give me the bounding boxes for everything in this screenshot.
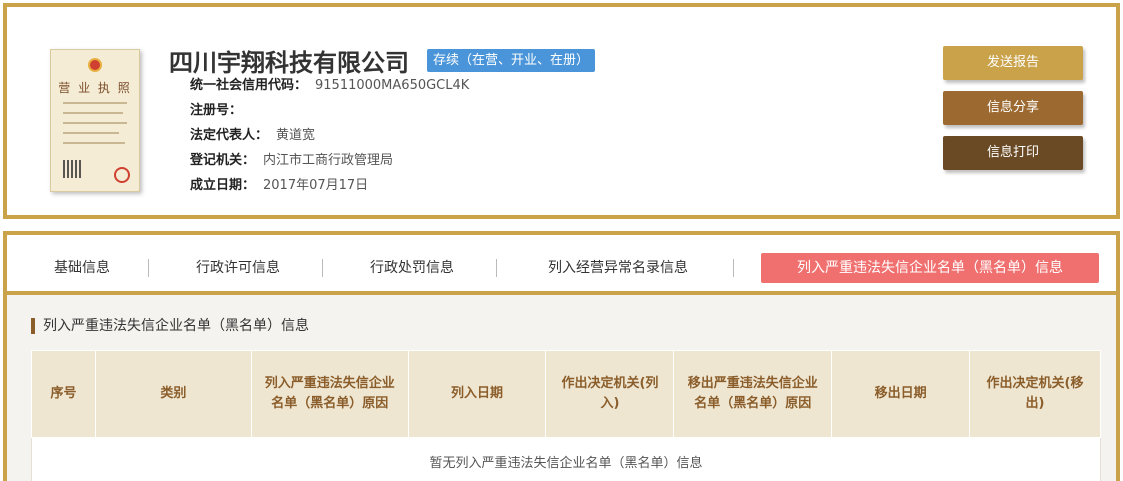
info-registration-number: 注册号： <box>190 102 250 120</box>
column-header: 列入严重违法失信企业名单（黑名单）原因 <box>250 350 409 438</box>
column-header: 移出严重违法失信企业名单（黑名单）原因 <box>673 350 833 438</box>
license-text-line <box>63 122 127 124</box>
tab-divider <box>496 259 497 277</box>
tab-blacklist[interactable]: 列入严重违法失信企业名单（黑名单）信息 <box>761 253 1099 283</box>
info-label: 登记机关： <box>190 153 256 168</box>
license-title: 营 业 执 照 <box>58 81 132 95</box>
company-card: 营 业 执 照 四川宇翔科技有限公司 存续（在营、开业、在册） 统一社会信用代码… <box>3 3 1120 219</box>
license-text-line <box>63 112 123 114</box>
section-title: 列入严重违法失信企业名单（黑名单）信息 <box>31 318 309 334</box>
column-header: 列入日期 <box>407 350 547 438</box>
column-header: 类别 <box>94 350 252 438</box>
tab-abnormal-operation[interactable]: 列入经营异常名录信息 <box>532 253 704 283</box>
info-registration-authority: 登记机关： 内江市工商行政管理局 <box>190 152 393 170</box>
column-header: 作出决定机关(移出) <box>969 350 1101 438</box>
info-value: 内江市工商行政管理局 <box>263 153 394 168</box>
status-badge: 存续（在营、开业、在册） <box>427 49 596 72</box>
tab-admin-license[interactable]: 行政许可信息 <box>185 253 291 283</box>
seal-icon <box>114 167 130 183</box>
tab-basic-info[interactable]: 基础信息 <box>44 253 120 283</box>
info-label: 法定代表人： <box>190 128 269 143</box>
info-value: 黄道宽 <box>276 128 316 143</box>
tab-divider <box>148 259 149 277</box>
info-value: 91511000MA650GCL4K <box>315 78 470 93</box>
license-text-line <box>63 142 125 144</box>
business-license-image[interactable]: 营 业 执 照 <box>50 49 140 192</box>
tab-bar: 基础信息 行政许可信息 行政处罚信息 列入经营异常名录信息 列入严重违法失信企业… <box>7 235 1116 295</box>
print-info-button[interactable]: 信息打印 <box>943 136 1083 170</box>
info-label: 注册号： <box>190 103 243 118</box>
info-value: 2017年07月17日 <box>263 178 369 193</box>
table-row: 暂无列入严重违法失信企业名单（黑名单）信息 <box>31 437 1101 481</box>
license-text-line <box>63 102 127 104</box>
tab-admin-penalty[interactable]: 行政处罚信息 <box>359 253 465 283</box>
tab-content: 列入严重违法失信企业名单（黑名单）信息 序号 类别 列入严重违法失信企业名单（黑… <box>7 295 1116 481</box>
info-establish-date: 成立日期： 2017年07月17日 <box>190 177 368 195</box>
tab-divider <box>733 259 734 277</box>
info-legal-representative: 法定代表人： 黄道宽 <box>190 127 315 145</box>
empty-message: 暂无列入严重违法失信企业名单（黑名单）信息 <box>31 437 1101 481</box>
column-header: 作出决定机关(列入) <box>545 350 675 438</box>
info-label: 成立日期： <box>190 178 256 193</box>
tab-divider <box>322 259 323 277</box>
table-header-row: 序号 类别 列入严重违法失信企业名单（黑名单）原因 列入日期 作出决定机关(列入… <box>31 350 1101 438</box>
qr-code-icon <box>63 160 81 178</box>
send-report-button[interactable]: 发送报告 <box>943 46 1083 80</box>
license-text-line <box>63 132 119 134</box>
info-credit-code: 统一社会信用代码： 91511000MA650GCL4K <box>190 77 469 95</box>
share-info-button[interactable]: 信息分享 <box>943 91 1083 125</box>
detail-panel: 基础信息 行政许可信息 行政处罚信息 列入经营异常名录信息 列入严重违法失信企业… <box>3 231 1120 481</box>
column-header: 序号 <box>31 350 96 438</box>
company-name: 四川宇翔科技有限公司 <box>169 49 409 77</box>
blacklist-table: 序号 类别 列入严重违法失信企业名单（黑名单）原因 列入日期 作出决定机关(列入… <box>31 350 1101 481</box>
column-header: 移出日期 <box>831 350 971 438</box>
national-emblem-icon <box>88 58 102 72</box>
info-label: 统一社会信用代码： <box>190 78 308 93</box>
